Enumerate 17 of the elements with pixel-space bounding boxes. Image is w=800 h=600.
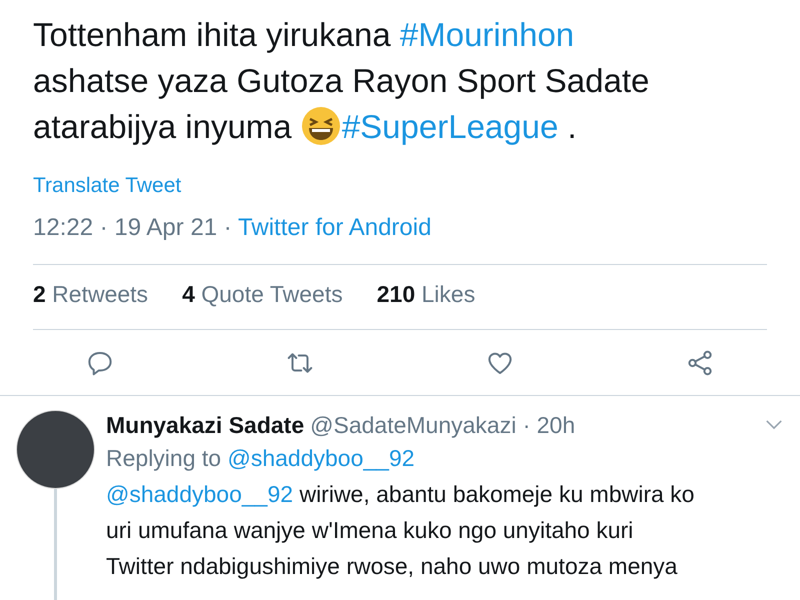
mention-link[interactable]: @shaddyboo__92 [227,445,415,471]
mention-link[interactable]: @shaddyboo__92 [106,481,294,507]
stat-link[interactable]: 4 Quote Tweets [182,279,343,309]
replying-label: Replying to [106,445,222,471]
reply-text: @shaddyboo__92 wiriwe, abantu bakomeje ku mbwira ko uri umufana wanjye w'Imena kuko ngo unyitaho kuri Twitter ndabigushimiye rwose, naho uwo mutoza menya [106,480,696,581]
translate-link[interactable]: Translate Tweet [33,172,767,200]
stat-link[interactable]: 2 Retweets [33,279,148,309]
user-name[interactable]: Munyakazi Sadate [106,410,304,440]
hashtag-link[interactable]: #Mourinhon [400,16,574,53]
chevron-down-icon[interactable] [765,419,783,430]
hashtag-link[interactable]: #SuperLeague [342,108,558,145]
laughing-face-icon [300,106,341,146]
timestamp: 12:22 · 19 Apr 21 · [33,214,233,241]
tweet-text: Tottenham ihita yirukana #Mourinhon ashatse yaza Gutoza Rayon Sport Sadate atarabijya inyuma #SuperLeague . [33,15,650,148]
source-link[interactable]: Twitter for Android [238,214,432,241]
stat-link[interactable]: 210 Likes [376,279,476,309]
user-handle: @SadateMunyakazi · 20h [310,411,576,440]
